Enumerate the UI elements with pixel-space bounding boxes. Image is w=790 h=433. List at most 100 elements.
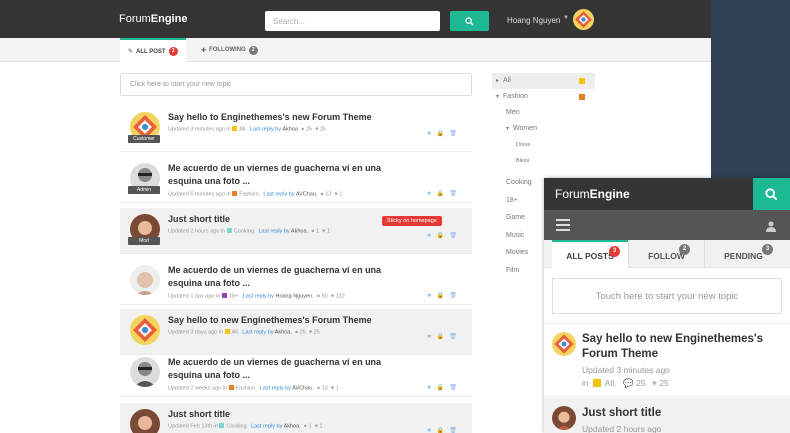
category-label[interactable]: Men xyxy=(506,109,520,116)
post-title[interactable]: Just short title xyxy=(168,213,398,226)
post-title[interactable]: Say hello to new Enginethemes's Forum Th… xyxy=(168,314,398,327)
table-row[interactable]: Customer Say hello to Enginethemes's new … xyxy=(120,106,472,152)
search-button[interactable] xyxy=(753,178,790,210)
category-label[interactable]: Movies xyxy=(506,249,528,256)
user-name[interactable]: Hoang Nguyen xyxy=(507,16,560,25)
star-icon[interactable]: ★ xyxy=(427,131,437,137)
trash-icon[interactable]: 🗑 xyxy=(449,334,462,340)
last-reply-link[interactable]: Last reply by xyxy=(263,192,294,198)
post-title[interactable]: Me acuerdo de un viernes de guacherna ví… xyxy=(168,162,398,188)
star-icon[interactable]: ★ xyxy=(427,385,437,391)
table-row[interactable]: Me acuerdo de un viernes de guacherna ví… xyxy=(120,259,472,305)
chevron-down-icon[interactable]: ▼ xyxy=(563,15,569,21)
search-button[interactable] xyxy=(450,11,489,31)
table-row[interactable]: Me acuerdo de un viernes de guacherna ví… xyxy=(120,351,472,397)
list-item[interactable]: Say hello to new Enginethemes's Forum Th… xyxy=(544,323,790,397)
trash-icon[interactable]: 🗑 xyxy=(449,293,462,299)
category-label[interactable]: Bikini xyxy=(516,158,529,164)
category-label[interactable]: All xyxy=(503,77,511,84)
last-reply-link[interactable]: Last reply by xyxy=(242,330,273,336)
last-reply-link[interactable]: Last reply by xyxy=(259,229,290,235)
post-title[interactable]: Me acuerdo de un viernes de guacherna ví… xyxy=(168,356,398,382)
menu-icon[interactable] xyxy=(556,219,570,231)
lock-icon[interactable]: 🔒 xyxy=(437,131,449,137)
category-label[interactable]: Film xyxy=(506,267,519,274)
reply-author[interactable]: Hoang Nguyen. xyxy=(275,294,313,300)
category-label[interactable]: Cooking. xyxy=(234,229,256,235)
last-reply-link[interactable]: Last reply by xyxy=(260,386,291,392)
table-row[interactable]: Just short title Updated Feb 13th in Cook… xyxy=(120,403,472,433)
comment-count: 1 xyxy=(308,423,312,430)
table-row[interactable]: Say hello to new Enginethemes's Forum Th… xyxy=(120,309,472,355)
new-topic-input[interactable]: Click here to start your new topic xyxy=(120,73,472,96)
chevron-icon[interactable]: ▾ xyxy=(506,126,509,132)
category-item[interactable]: ▾ Women xyxy=(492,121,595,137)
reply-author[interactable]: Akhoa xyxy=(282,127,298,133)
post-meta: Updated Feb 13th in Cooking. Last reply … xyxy=(168,423,323,430)
post-title[interactable]: Me acuerdo de un viernes de guacherna ví… xyxy=(168,264,398,290)
category-label[interactable]: 18+ xyxy=(506,197,518,204)
trash-icon[interactable]: 🗑 xyxy=(449,191,462,197)
category-item[interactable]: ▸ All xyxy=(492,73,595,89)
search-input[interactable] xyxy=(265,11,440,31)
table-row[interactable]: Mod Just short title Updated 2 hours ago i… xyxy=(120,208,472,254)
reply-author[interactable]: AVChau. xyxy=(292,386,314,392)
reply-author[interactable]: Akhoa. xyxy=(291,229,308,235)
star-icon[interactable]: ★ xyxy=(427,334,437,340)
star-icon[interactable]: ★ xyxy=(427,191,437,197)
table-row[interactable]: Admin Me acuerdo de un viernes de guacher… xyxy=(120,157,472,203)
user-icon[interactable] xyxy=(766,219,776,237)
logo[interactable]: ForumEngine xyxy=(555,187,630,201)
trash-icon[interactable]: 🗑 xyxy=(449,428,462,433)
star-icon[interactable]: ★ xyxy=(427,233,437,239)
chevron-icon[interactable]: ▸ xyxy=(496,78,499,84)
last-reply-link[interactable]: Last reply by xyxy=(250,127,281,133)
logo[interactable]: ForumEngine xyxy=(119,13,187,25)
last-reply-link[interactable]: Last reply by xyxy=(251,424,282,430)
lock-icon[interactable]: 🔒 xyxy=(437,293,449,299)
tab-pending[interactable]: PENDING 3 xyxy=(704,240,782,268)
reply-author[interactable]: Akhoa. xyxy=(275,330,292,336)
star-icon[interactable]: ★ xyxy=(427,428,437,433)
chevron-icon[interactable]: ▾ xyxy=(496,94,499,100)
last-reply-link[interactable]: Last reply by xyxy=(243,294,274,300)
reply-author[interactable]: AVChau. xyxy=(296,192,318,198)
category-label[interactable]: All. xyxy=(239,127,247,133)
category-label[interactable]: Fashion xyxy=(503,93,528,100)
post-title[interactable]: Say hello to Enginethemes's new Forum Th… xyxy=(168,111,398,124)
avatar[interactable] xyxy=(573,9,594,30)
category-item[interactable]: Dress xyxy=(492,137,595,153)
category-item[interactable]: Bikini xyxy=(492,153,595,169)
category-label[interactable]: All. xyxy=(232,330,240,336)
category-label[interactable]: 18+. xyxy=(229,294,240,300)
lock-icon[interactable]: 🔒 xyxy=(437,191,449,197)
category-label[interactable]: Women xyxy=(513,125,537,132)
category-label[interactable]: Game xyxy=(506,214,525,221)
category-label[interactable]: Cooking. xyxy=(226,424,248,430)
reply-author[interactable]: Akhoa. xyxy=(284,424,301,430)
new-topic-input[interactable]: Touch here to start your new topic xyxy=(552,278,782,314)
post-title[interactable]: Just short title xyxy=(168,408,398,421)
category-label[interactable]: Fashion. xyxy=(239,192,260,198)
lock-icon[interactable]: 🔒 xyxy=(437,233,449,239)
post-title[interactable]: Say hello to new Enginethemes's Forum Th… xyxy=(582,332,782,362)
post-title[interactable]: Just short title xyxy=(582,406,782,421)
list-item[interactable]: Just short title Updated 2 hours ago xyxy=(544,398,790,433)
category-item[interactable]: ▾ Fashion xyxy=(492,89,595,105)
category-label[interactable]: Cooking xyxy=(506,179,532,186)
tab-following[interactable]: ✚ FOLLOWING 2 xyxy=(193,38,266,62)
lock-icon[interactable]: 🔒 xyxy=(437,334,449,340)
tab-all-post[interactable]: ✎ ALL POST 3 xyxy=(120,38,186,63)
lock-icon[interactable]: 🔒 xyxy=(437,428,449,433)
tab-all-posts[interactable]: ALL POSTS 3 xyxy=(552,240,628,269)
lock-icon[interactable]: 🔒 xyxy=(437,385,449,391)
trash-icon[interactable]: 🗑 xyxy=(449,131,462,137)
category-item[interactable]: Men xyxy=(492,105,595,121)
trash-icon[interactable]: 🗑 xyxy=(449,385,462,391)
star-icon[interactable]: ★ xyxy=(427,293,437,299)
category-label[interactable]: Music xyxy=(506,232,524,239)
trash-icon[interactable]: 🗑 xyxy=(449,233,462,239)
category-label[interactable]: Fashion. xyxy=(236,386,257,392)
tab-follow[interactable]: FOLLOW 2 xyxy=(628,240,704,268)
category-label[interactable]: Dress xyxy=(516,142,530,148)
